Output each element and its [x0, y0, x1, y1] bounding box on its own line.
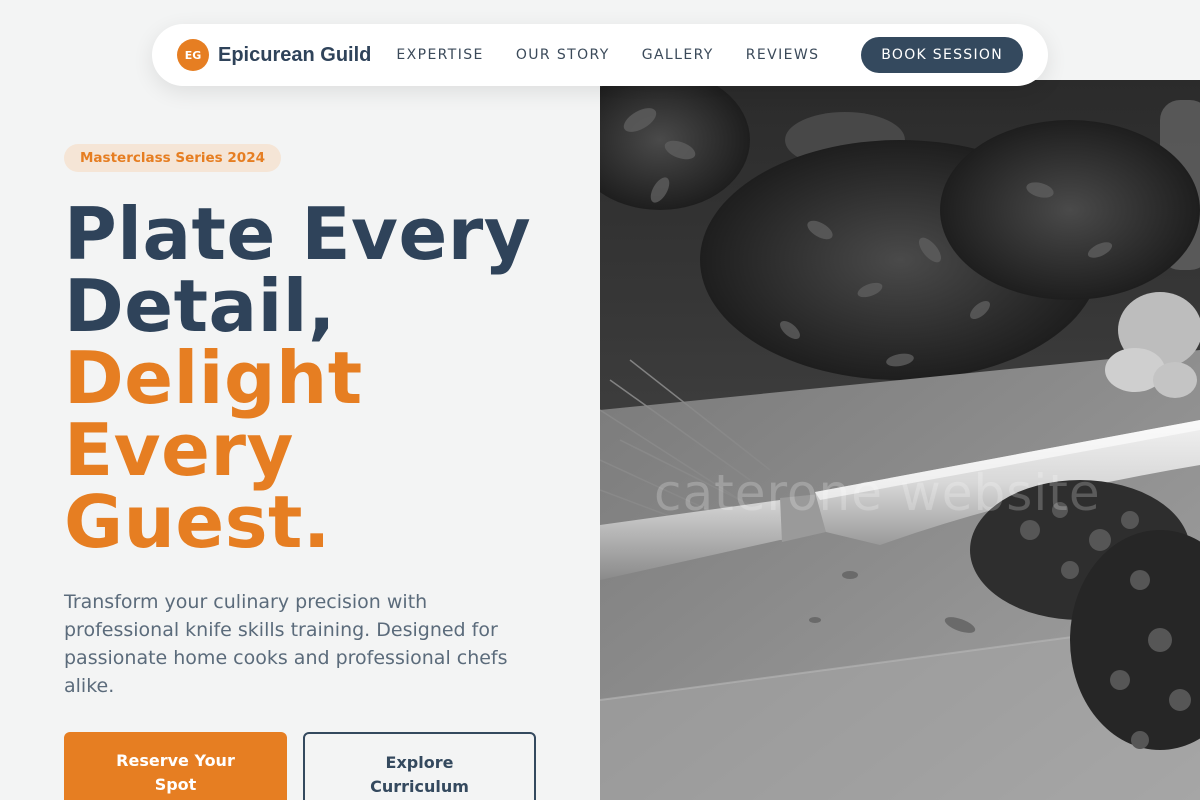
reserve-spot-button[interactable]: Reserve Your Spot — [64, 732, 287, 800]
headline-accent-line: Guest. — [64, 480, 331, 564]
cta-row: Reserve Your Spot Explore Curriculum — [64, 732, 536, 800]
image-watermark: caterone website — [654, 464, 1101, 522]
nav-links: EXPERTISE OUR STORY GALLERY REVIEWS — [396, 47, 851, 63]
brand-name[interactable]: Epicurean Guild — [218, 44, 371, 67]
series-badge: Masterclass Series 2024 — [64, 144, 281, 172]
headline-accent-line: Delight — [64, 336, 363, 420]
headline-accent-line: Every — [64, 408, 294, 492]
nav-link-expertise[interactable]: EXPERTISE — [396, 47, 483, 63]
headline-line: Detail, — [64, 264, 336, 348]
knife-board-illustration — [600, 80, 1200, 800]
headline-line: Plate Every — [64, 192, 532, 276]
nav-link-our-story[interactable]: OUR STORY — [516, 47, 610, 63]
hero-subtext: Transform your culinary precision with p… — [64, 591, 508, 697]
top-nav: EG Epicurean Guild EXPERTISE OUR STORY G… — [152, 24, 1048, 86]
logo-badge[interactable]: EG — [177, 39, 209, 71]
hero-image: caterone website — [600, 80, 1200, 800]
hero-content: Masterclass Series 2024 Plate Every Deta… — [64, 144, 564, 700]
nav-link-reviews[interactable]: REVIEWS — [746, 47, 820, 63]
book-session-button[interactable]: BOOK SESSION — [861, 37, 1023, 73]
hero-headline: Plate Every Detail, Delight Every Guest. — [64, 198, 564, 558]
nav-link-gallery[interactable]: GALLERY — [642, 47, 714, 63]
explore-curriculum-button[interactable]: Explore Curriculum — [303, 732, 536, 800]
